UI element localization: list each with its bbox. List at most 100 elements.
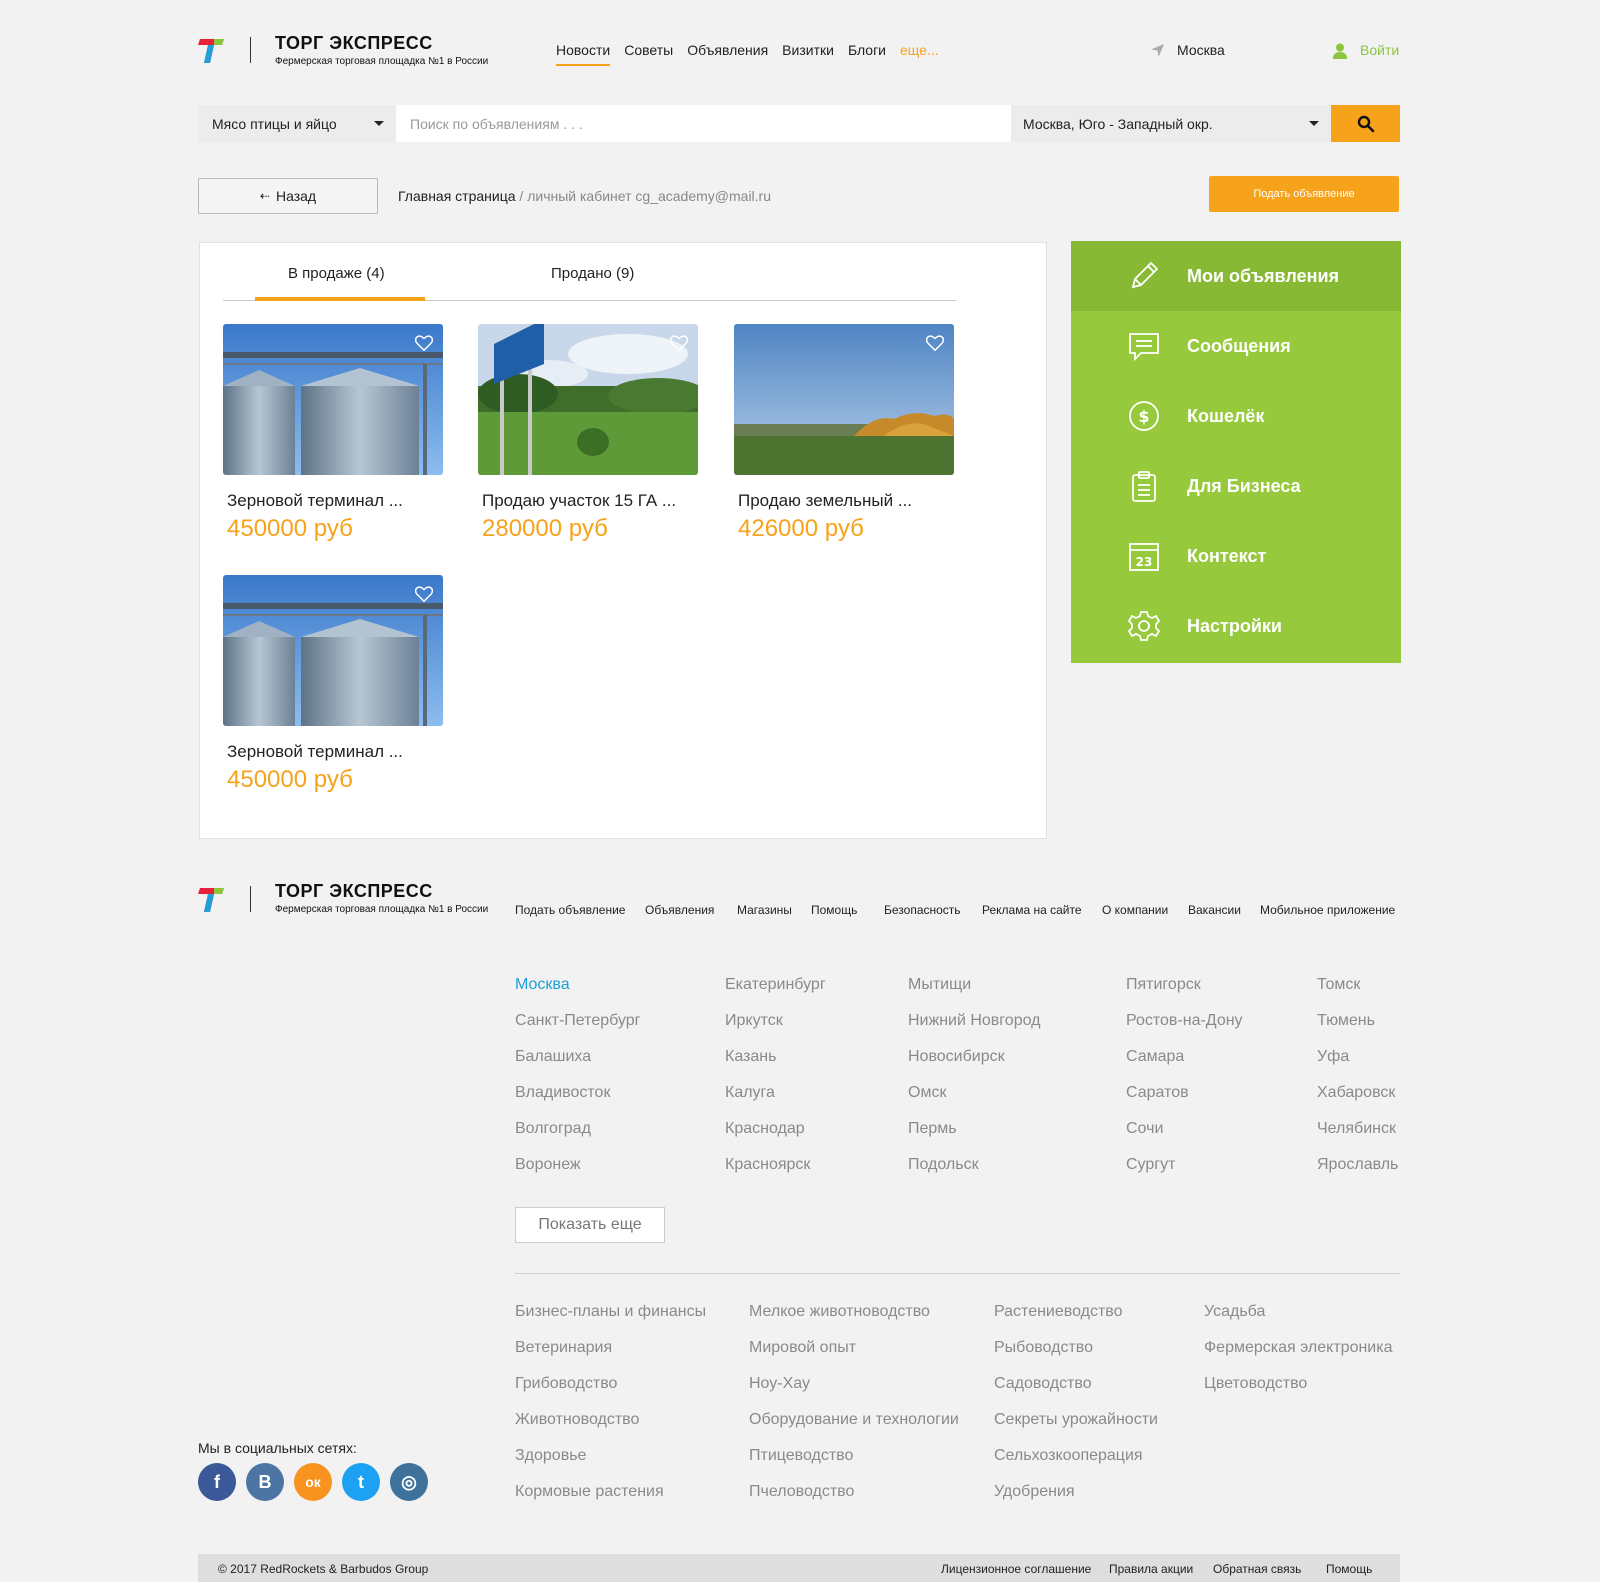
logo-icon[interactable] [198,35,226,65]
footer-link-feedback[interactable]: Обратная связь [1213,1562,1301,1576]
listing-card[interactable]: Продаю участок 15 ГА ... 280000 руб [478,324,698,543]
city-link[interactable]: Новосибирск [908,1048,1005,1066]
footer-brand-name[interactable]: ТОРГ ЭКСПРЕСС [275,881,433,902]
city-link[interactable]: Владивосток [515,1084,610,1102]
nav-listings[interactable]: Объявления [687,42,768,64]
city-link[interactable]: Иркутск [725,1012,783,1030]
listing-title[interactable]: Зерновой терминал ... [227,742,443,762]
city-link[interactable]: Красноярск [725,1156,810,1174]
city-link[interactable]: Саратов [1126,1084,1189,1102]
category-link[interactable]: Ноу-Хау [749,1375,810,1393]
tab-sold[interactable]: Продано (9) [551,265,634,282]
city-link[interactable]: Сочи [1126,1120,1163,1138]
city-link[interactable]: Санкт-Петербург [515,1012,640,1030]
sidebar-item-settings[interactable]: Настройки [1071,591,1401,661]
city-link[interactable]: Екатеринбург [725,976,826,994]
back-button[interactable]: ⇠ Назад [198,178,378,214]
city-link[interactable]: Челябинск [1317,1120,1396,1138]
footer-link-about[interactable]: О компании [1102,903,1168,917]
listing-image[interactable] [478,324,698,475]
listing-title[interactable]: Продаю участок 15 ГА ... [482,491,698,511]
city-link[interactable]: Краснодар [725,1120,805,1138]
brand-name[interactable]: ТОРГ ЭКСПРЕСС [275,33,433,54]
category-link[interactable]: Мировой опыт [749,1339,856,1357]
category-link[interactable]: Кормовые растения [515,1483,664,1501]
sidebar-item-context[interactable]: 23 Контекст [1071,521,1401,591]
city-link[interactable]: Самара [1126,1048,1184,1066]
city-selector[interactable]: Москва [1177,42,1225,58]
city-link[interactable]: Тюмень [1317,1012,1375,1030]
category-link[interactable]: Усадьба [1204,1303,1265,1321]
search-button[interactable] [1331,105,1400,142]
footer-link-promo-rules[interactable]: Правила акции [1109,1562,1193,1576]
search-input[interactable] [396,105,1011,142]
city-link[interactable]: Воронеж [515,1156,581,1174]
city-link[interactable]: Калуга [725,1084,775,1102]
listing-card[interactable]: Продаю земельный ... 426000 руб [734,324,954,543]
nav-cards[interactable]: Визитки [782,42,834,64]
city-link[interactable]: Казань [725,1048,776,1066]
odnoklassniki-icon[interactable]: ок [294,1463,332,1501]
nav-tips[interactable]: Советы [624,42,673,64]
instagram-icon[interactable]: ◎ [390,1463,428,1501]
city-link[interactable]: Томск [1317,976,1360,994]
favorite-heart-icon[interactable] [670,334,688,352]
category-link[interactable]: Птицеводство [749,1447,853,1465]
listing-title[interactable]: Зерновой терминал ... [227,491,443,511]
footer-link-help-bottom[interactable]: Помощь [1326,1562,1372,1576]
breadcrumb-home[interactable]: Главная страница [398,188,516,204]
category-link[interactable]: Мелкое животноводство [749,1303,930,1321]
favorite-heart-icon[interactable] [415,334,433,352]
nav-more[interactable]: еще... [900,42,939,64]
category-select[interactable]: Мясо птицы и яйцо [198,105,396,142]
footer-link-mobile-app[interactable]: Мобильное приложение [1260,903,1395,917]
city-link[interactable]: Омск [908,1084,946,1102]
footer-link-advertising[interactable]: Реклама на сайте [982,903,1082,917]
listing-card[interactable]: Зерновой терминал ... 450000 руб [223,575,443,794]
nav-blogs[interactable]: Блоги [848,42,886,64]
listing-image[interactable] [223,575,443,726]
category-link[interactable]: Пчеловодство [749,1483,854,1501]
category-link[interactable]: Удобрения [994,1483,1075,1501]
twitter-icon[interactable]: t [342,1463,380,1501]
listing-card[interactable]: Зерновой терминал ... 450000 руб [223,324,443,543]
category-link[interactable]: Здоровье [515,1447,586,1465]
category-link[interactable]: Животноводство [515,1411,639,1429]
city-link[interactable]: Уфа [1317,1048,1349,1066]
category-link[interactable]: Ветеринария [515,1339,612,1357]
city-link[interactable]: Ярославль [1317,1156,1398,1174]
city-link[interactable]: Хабаровск [1317,1084,1395,1102]
footer-link-license[interactable]: Лицензионное соглашение [941,1562,1091,1576]
category-link[interactable]: Рыбоводство [994,1339,1093,1357]
vk-icon[interactable]: В [246,1463,284,1501]
city-link[interactable]: Сургут [1126,1156,1175,1174]
category-link[interactable]: Бизнес-планы и финансы [515,1303,706,1321]
footer-link-jobs[interactable]: Вакансии [1188,903,1241,917]
city-link[interactable]: Волгоград [515,1120,591,1138]
city-link[interactable]: Балашиха [515,1048,591,1066]
region-select[interactable]: Москва, Юго - Западный окр. [1011,105,1331,142]
city-link[interactable]: Пятигорск [1126,976,1201,994]
post-ad-button[interactable]: Подать объявление [1209,176,1399,212]
city-link[interactable]: Пермь [908,1120,957,1138]
sidebar-item-my-listings[interactable]: Мои объявления [1071,241,1401,311]
footer-link-post-ad[interactable]: Подать объявление [515,903,625,917]
favorite-heart-icon[interactable] [415,585,433,603]
listing-title[interactable]: Продаю земельный ... [738,491,954,511]
footer-logo-icon[interactable] [198,884,226,914]
category-link[interactable]: Грибоводство [515,1375,617,1393]
city-link[interactable]: Ростов-на-Дону [1126,1012,1243,1030]
category-link[interactable]: Растениеводство [994,1303,1123,1321]
sidebar-item-business[interactable]: Для Бизнеса [1071,451,1401,521]
listing-image[interactable] [223,324,443,475]
nav-news[interactable]: Новости [556,42,611,66]
tab-for-sale[interactable]: В продаже (4) [288,265,385,282]
footer-link-security[interactable]: Безопасность [884,903,961,917]
listing-image[interactable] [734,324,954,475]
sidebar-item-wallet[interactable]: $ Кошелёк [1071,381,1401,451]
footer-link-listings[interactable]: Объявления [645,903,714,917]
city-link[interactable]: Нижний Новгород [908,1012,1040,1030]
category-link[interactable]: Секреты урожайности [994,1411,1158,1429]
footer-link-shops[interactable]: Магазины [737,903,792,917]
city-link[interactable]: Москва [515,976,570,994]
